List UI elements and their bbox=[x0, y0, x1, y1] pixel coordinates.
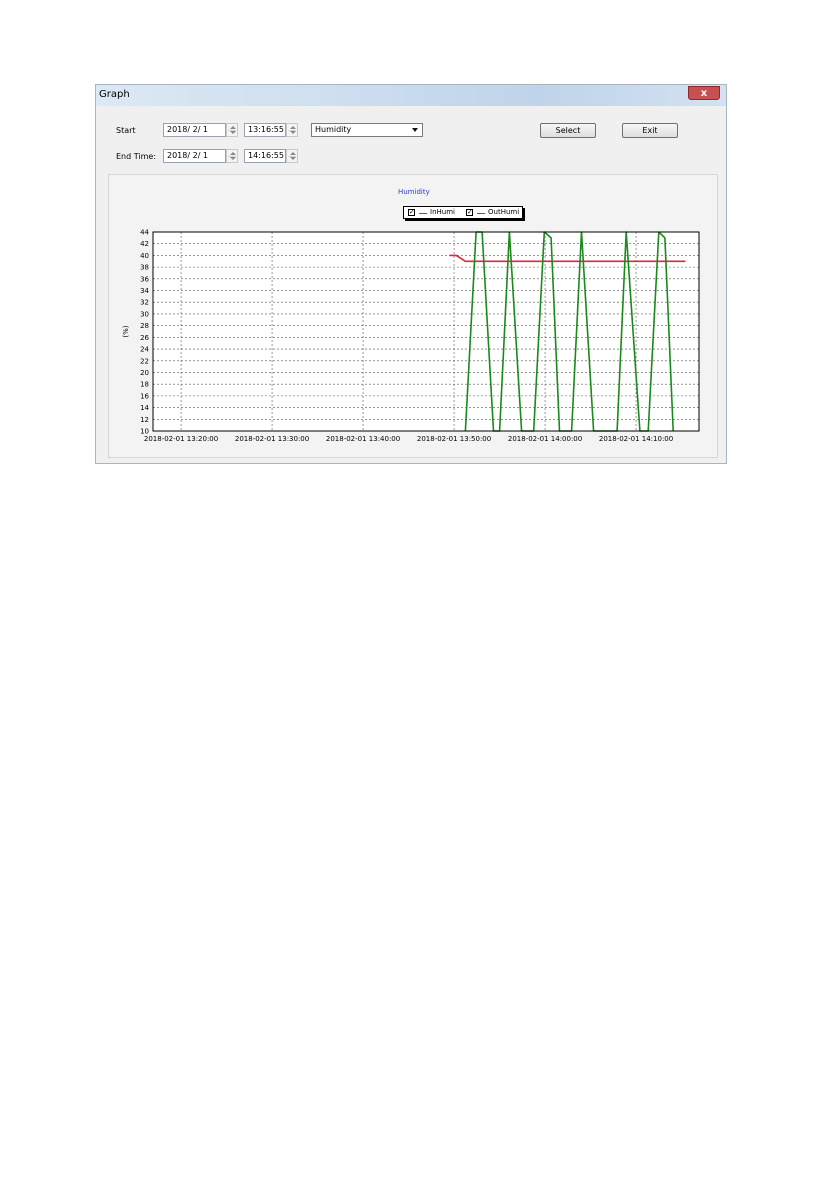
graph-window: Graph x Start 2018/ 2/ 1 13:16:55 Humidi… bbox=[95, 84, 727, 464]
end-time-spinner[interactable] bbox=[286, 149, 298, 163]
y-tick-label: 28 bbox=[140, 322, 149, 330]
select-button[interactable]: Select bbox=[540, 123, 596, 138]
close-button[interactable]: x bbox=[688, 86, 720, 100]
y-tick-label: 16 bbox=[140, 392, 149, 400]
spin-up-icon[interactable] bbox=[230, 126, 236, 129]
spin-down-icon[interactable] bbox=[230, 131, 236, 134]
spin-down-icon[interactable] bbox=[230, 157, 236, 160]
start-time-spinner[interactable] bbox=[286, 123, 298, 137]
y-tick-label: 42 bbox=[140, 240, 149, 248]
y-tick-label: 18 bbox=[140, 381, 149, 389]
end-time-field[interactable]: 14:16:55 bbox=[244, 149, 286, 163]
y-axis-label: (%) bbox=[122, 325, 130, 337]
window-title: Graph bbox=[99, 89, 130, 100]
y-tick-label: 20 bbox=[140, 369, 149, 377]
close-icon: x bbox=[700, 88, 708, 99]
x-tick-label: 2018-02-01 13:30:00 bbox=[235, 435, 309, 443]
y-tick-label: 22 bbox=[140, 357, 149, 365]
chevron-down-icon[interactable] bbox=[412, 128, 418, 132]
spin-down-icon[interactable] bbox=[290, 131, 296, 134]
start-date-field[interactable]: 2018/ 2/ 1 bbox=[163, 123, 226, 137]
title-bar: Graph x bbox=[96, 85, 726, 106]
y-tick-label: 26 bbox=[140, 334, 149, 342]
exit-button[interactable]: Exit bbox=[622, 123, 678, 138]
end-date-spinner[interactable] bbox=[226, 149, 238, 163]
y-tick-label: 40 bbox=[140, 252, 149, 260]
x-tick-label: 2018-02-01 14:10:00 bbox=[599, 435, 673, 443]
spin-up-icon[interactable] bbox=[290, 152, 296, 155]
y-tick-label: 14 bbox=[140, 404, 149, 412]
spin-up-icon[interactable] bbox=[230, 152, 236, 155]
x-tick-label: 2018-02-01 13:40:00 bbox=[326, 435, 400, 443]
x-tick-label: 2018-02-01 14:00:00 bbox=[508, 435, 582, 443]
spin-down-icon[interactable] bbox=[290, 157, 296, 160]
y-tick-label: 32 bbox=[140, 299, 149, 307]
start-time-field[interactable]: 13:16:55 bbox=[244, 123, 286, 137]
spin-up-icon[interactable] bbox=[290, 126, 296, 129]
sensor-dropdown[interactable]: Humidity bbox=[311, 123, 423, 137]
y-tick-label: 30 bbox=[140, 310, 149, 318]
y-tick-label: 36 bbox=[140, 275, 149, 283]
y-tick-label: 12 bbox=[140, 416, 149, 424]
start-date-spinner[interactable] bbox=[226, 123, 238, 137]
start-label: Start bbox=[116, 126, 136, 135]
y-tick-label: 38 bbox=[140, 264, 149, 272]
end-date-field[interactable]: 2018/ 2/ 1 bbox=[163, 149, 226, 163]
sensor-dropdown-value: Humidity bbox=[315, 125, 352, 134]
chart-panel: Humidity ✓ InHumi ✓ OutHumi 10 12 14 16 18 20… bbox=[108, 174, 718, 458]
y-tick-label: 24 bbox=[140, 346, 149, 354]
humidity-chart: 1012141618202224262830323436384042442018… bbox=[122, 229, 700, 443]
end-time-label: End Time: bbox=[116, 152, 157, 161]
x-tick-label: 2018-02-01 13:50:00 bbox=[417, 435, 491, 443]
y-tick-label: 34 bbox=[140, 287, 149, 295]
x-tick-label: 2018-02-01 13:20:00 bbox=[144, 435, 218, 443]
y-tick-label: 44 bbox=[140, 229, 149, 237]
